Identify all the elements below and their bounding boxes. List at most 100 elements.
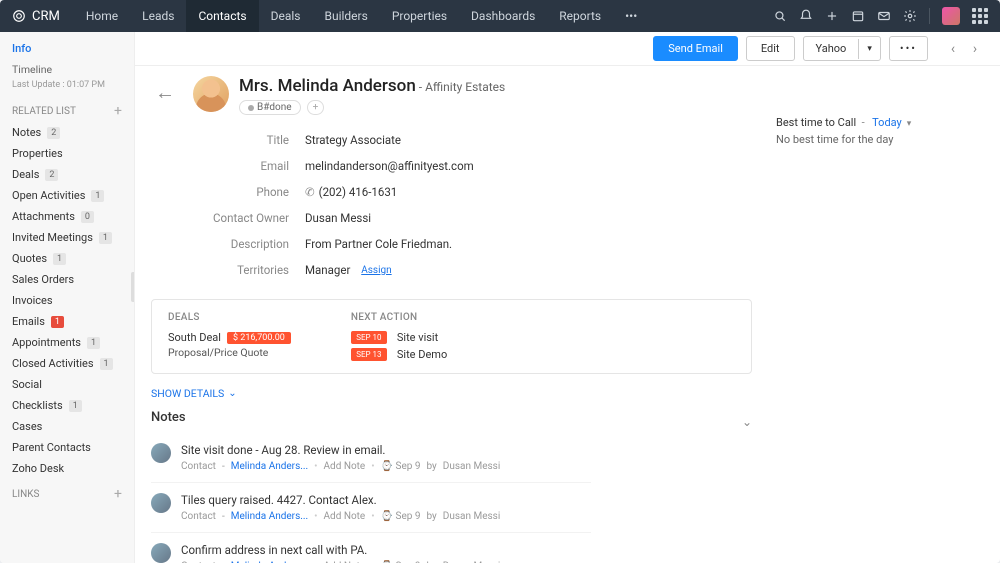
sidebar-item-checklists[interactable]: Checklists1 — [0, 395, 134, 416]
next-action-item[interactable]: SEP 13Site Demo — [351, 348, 447, 361]
sidebar-resize-handle[interactable] — [131, 272, 135, 302]
yahoo-label: Yahoo — [804, 37, 859, 60]
sidebar-item-closed-activities[interactable]: Closed Activities1 — [0, 353, 134, 374]
note-add-link[interactable]: Add Note — [324, 461, 366, 472]
today-caret-icon[interactable]: ▾ — [905, 119, 912, 129]
sidebar-item-sales-orders[interactable]: Sales Orders — [0, 269, 134, 290]
best-time-sub: No best time for the day — [776, 133, 976, 146]
nav-builders[interactable]: Builders — [312, 0, 379, 32]
note-date: ⌚ Sep 9 — [381, 511, 421, 522]
sidebar-item-notes[interactable]: Notes2 — [0, 122, 134, 143]
note-item: Tiles query raised. 4427. Contact Alex.C… — [151, 483, 591, 533]
email-value[interactable]: melindanderson@affinityest.com — [305, 159, 474, 173]
title-label: Title — [205, 133, 305, 147]
more-actions-button[interactable]: ••• — [889, 36, 928, 61]
next-action-item[interactable]: SEP 10Site visit — [351, 331, 447, 344]
nav-contacts[interactable]: Contacts — [186, 0, 258, 32]
note-contact-link[interactable]: Melinda Anders... — [231, 511, 308, 522]
assign-territory-link[interactable]: Assign — [361, 265, 391, 276]
nav-deals[interactable]: Deals — [259, 0, 313, 32]
main-nav: HomeLeadsContactsDealsBuildersProperties… — [74, 0, 613, 32]
sidebar-item-zoho-desk[interactable]: Zoho Desk — [0, 458, 134, 479]
bell-icon[interactable] — [799, 9, 813, 23]
territories-label: Territories — [205, 263, 305, 277]
yahoo-button[interactable]: Yahoo ▾ — [803, 36, 881, 61]
note-item: Confirm address in next call with PA.Con… — [151, 533, 591, 563]
nav-properties[interactable]: Properties — [380, 0, 459, 32]
deals-heading: DEALS — [168, 312, 291, 323]
related-list-label: RELATED LIST — [12, 106, 76, 117]
nav-more[interactable]: ••• — [613, 0, 649, 32]
sidebar-item-open-activities[interactable]: Open Activities1 — [0, 185, 134, 206]
sidebar-item-attachments[interactable]: Attachments0 — [0, 206, 134, 227]
send-email-button[interactable]: Send Email — [653, 36, 738, 61]
phone-label: Phone — [205, 185, 305, 199]
show-details-link[interactable]: SHOW DETAILS — [151, 387, 237, 400]
phone-value[interactable]: ✆(202) 416-1631 — [305, 185, 397, 199]
brand[interactable]: CRM — [12, 9, 60, 24]
notes-collapse-icon[interactable]: ⌄ — [742, 415, 752, 429]
brand-label: CRM — [32, 9, 60, 24]
sidebar-item-social[interactable]: Social — [0, 374, 134, 395]
description-label: Description — [205, 237, 305, 251]
action-bar: Send Email Edit Yahoo ▾ ••• ‹ › — [135, 32, 1000, 66]
owner-value[interactable]: Dusan Messi — [305, 211, 371, 225]
deal-stage: Proposal/Price Quote — [168, 346, 291, 359]
gear-icon[interactable] — [903, 9, 917, 23]
next-record-icon[interactable]: › — [966, 38, 984, 60]
contact-tag[interactable]: B#done — [239, 100, 301, 115]
deal-amount: $ 216,700.00 — [227, 332, 291, 344]
add-link-icon[interactable]: + — [114, 487, 122, 501]
nav-leads[interactable]: Leads — [130, 0, 186, 32]
sidebar-item-parent-contacts[interactable]: Parent Contacts — [0, 437, 134, 458]
note-author: Dusan Messi — [443, 511, 500, 522]
title-value: Strategy Associate — [305, 133, 401, 147]
note-text: Tiles query raised. 4427. Contact Alex. — [181, 493, 591, 507]
note-text: Site visit done - Aug 28. Review in emai… — [181, 443, 591, 457]
contact-name: Mrs. Melinda Anderson — [239, 76, 416, 96]
territories-value: Manager — [305, 263, 350, 277]
mail-icon[interactable] — [877, 9, 891, 23]
yahoo-caret-icon[interactable]: ▾ — [858, 39, 880, 59]
date-badge: SEP 10 — [351, 331, 387, 344]
sidebar-timeline[interactable]: Timeline — [0, 59, 134, 80]
description-value: From Partner Cole Friedman. — [305, 237, 452, 251]
deals-card: DEALS South Deal $ 216,700.00 Proposal/P… — [151, 299, 752, 374]
sidebar-item-deals[interactable]: Deals2 — [0, 164, 134, 185]
sidebar-last-update: Last Update : 01:07 PM — [0, 80, 134, 96]
nav-dashboards[interactable]: Dashboards — [459, 0, 547, 32]
today-link[interactable]: Today — [872, 116, 902, 129]
sidebar-item-invited-meetings[interactable]: Invited Meetings1 — [0, 227, 134, 248]
nav-home[interactable]: Home — [74, 0, 130, 32]
sidebar-item-properties[interactable]: Properties — [0, 143, 134, 164]
sidebar-item-cases[interactable]: Cases — [0, 416, 134, 437]
add-related-icon[interactable]: + — [114, 104, 122, 118]
best-time-label: Best time to Call — [776, 116, 856, 129]
note-avatar — [151, 493, 171, 513]
deal-name[interactable]: South Deal — [168, 331, 221, 344]
sidebar-info[interactable]: Info — [0, 38, 134, 59]
contact-company: - Affinity Estates — [419, 80, 505, 94]
add-tag-icon[interactable]: + — [307, 100, 325, 115]
back-arrow-icon[interactable]: ← — [151, 76, 179, 109]
note-avatar — [151, 443, 171, 463]
sidebar-item-invoices[interactable]: Invoices — [0, 290, 134, 311]
plus-icon[interactable] — [825, 9, 839, 23]
search-icon[interactable] — [773, 9, 787, 23]
note-add-link[interactable]: Add Note — [324, 511, 366, 522]
sidebar-related-header: RELATED LIST + — [0, 96, 134, 122]
top-nav: CRM HomeLeadsContactsDealsBuildersProper… — [0, 0, 1000, 32]
note-text: Confirm address in next call with PA. — [181, 543, 591, 557]
sidebar-item-quotes[interactable]: Quotes1 — [0, 248, 134, 269]
sidebar-item-appointments[interactable]: Appointments1 — [0, 332, 134, 353]
next-action-heading: NEXT ACTION — [351, 312, 447, 323]
sidebar-item-emails[interactable]: Emails1 — [0, 311, 134, 332]
edit-button[interactable]: Edit — [746, 36, 795, 61]
user-avatar[interactable] — [942, 7, 960, 25]
contact-avatar[interactable] — [193, 76, 229, 112]
calendar-icon[interactable] — [851, 9, 865, 23]
app-launcher-icon[interactable] — [972, 8, 988, 24]
nav-reports[interactable]: Reports — [547, 0, 613, 32]
note-contact-link[interactable]: Melinda Anders... — [231, 461, 308, 472]
prev-record-icon[interactable]: ‹ — [944, 38, 962, 60]
